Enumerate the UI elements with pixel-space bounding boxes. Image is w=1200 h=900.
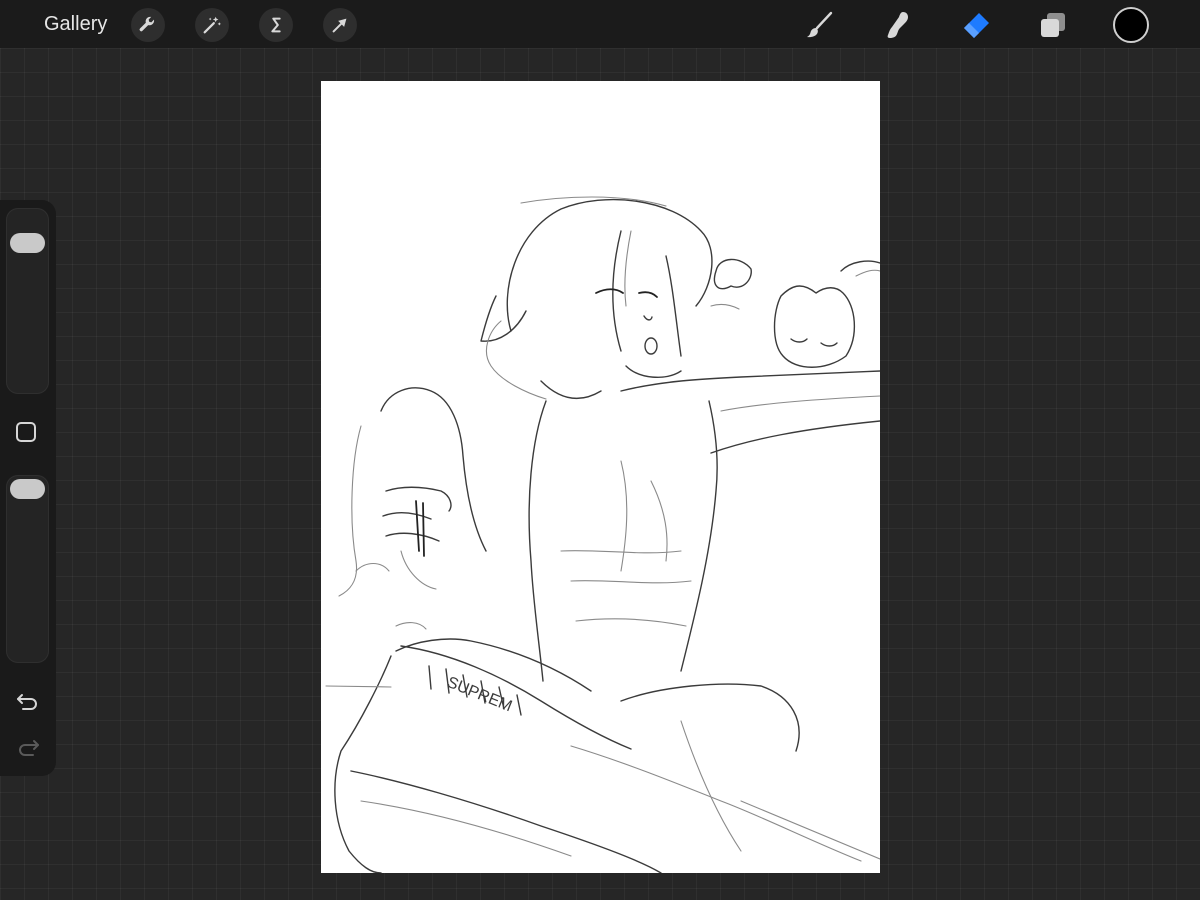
actions-button[interactable] — [131, 8, 165, 42]
color-picker-button[interactable] — [1113, 7, 1149, 43]
arrow-cursor-icon — [332, 18, 347, 33]
sketch-artwork: SUPREM — [325, 196, 880, 873]
opacity-thumb[interactable] — [10, 479, 45, 499]
redo-arrow-icon — [19, 740, 39, 756]
adjustments-button[interactable] — [195, 8, 229, 42]
eraser-icon — [964, 13, 989, 38]
selection-button[interactable] — [259, 8, 293, 42]
brush-size-slider[interactable] — [6, 208, 49, 394]
left-sidebar — [0, 200, 56, 776]
eraser-tool-button[interactable] — [958, 7, 994, 43]
opacity-slider[interactable] — [6, 475, 49, 663]
wrench-icon — [139, 16, 155, 32]
top-toolbar: Gallery — [0, 0, 1200, 48]
magic-wand-icon — [203, 16, 221, 34]
redo-button[interactable] — [14, 734, 42, 760]
layers-icon — [1041, 13, 1065, 37]
transform-button[interactable] — [323, 8, 357, 42]
selection-s-icon — [271, 17, 281, 33]
brush-size-thumb[interactable] — [10, 233, 45, 253]
layers-button[interactable] — [1035, 7, 1071, 43]
undo-button[interactable] — [14, 688, 42, 714]
smudge-finger-icon — [887, 12, 908, 38]
modify-button[interactable] — [16, 422, 36, 442]
undo-arrow-icon — [17, 694, 37, 710]
brush-tool-button[interactable] — [802, 7, 838, 43]
brush-icon — [807, 11, 833, 38]
gallery-button[interactable]: Gallery — [44, 12, 107, 36]
smudge-tool-button[interactable] — [880, 7, 916, 43]
drawing-canvas[interactable]: SUPREM — [321, 81, 880, 873]
